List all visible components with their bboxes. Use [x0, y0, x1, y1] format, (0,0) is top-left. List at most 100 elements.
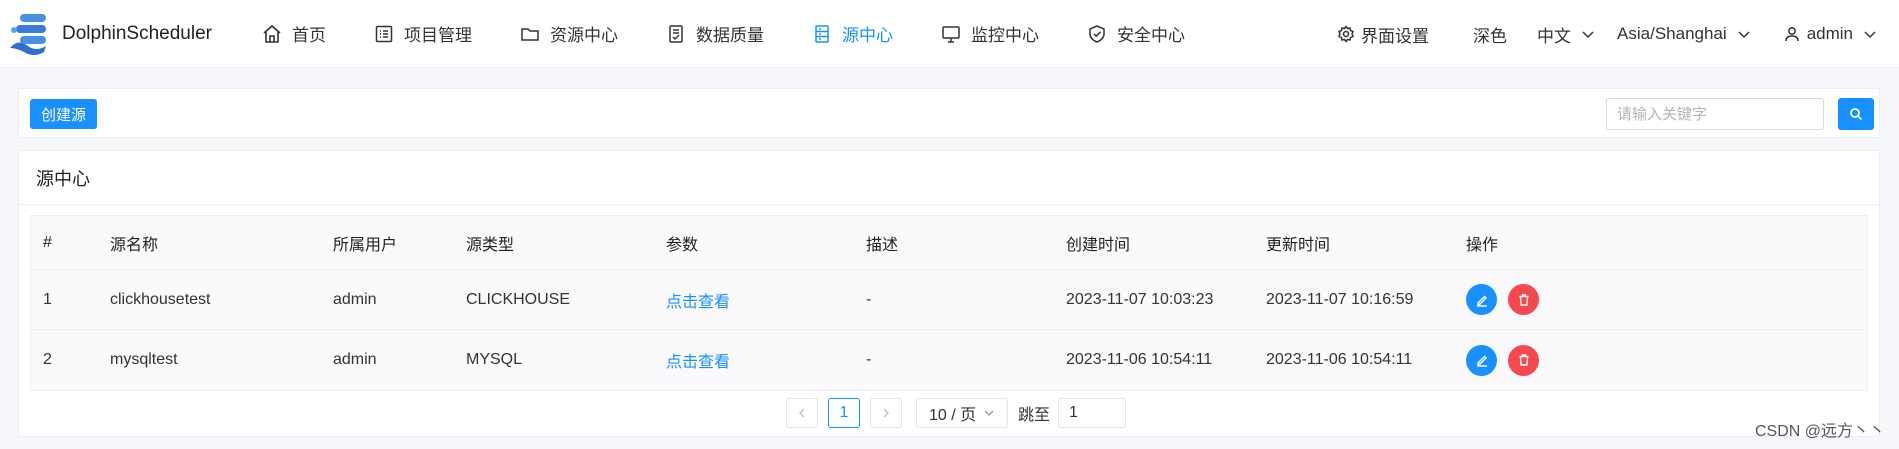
shield-icon — [1087, 24, 1107, 44]
user-menu[interactable]: admin — [1783, 24, 1877, 44]
column-header: 更新时间 — [1266, 236, 1331, 254]
brand-name: DolphinScheduler — [62, 22, 212, 44]
home-icon — [262, 24, 282, 44]
description: - — [866, 351, 872, 368]
page-button-current[interactable]: 1 — [828, 398, 860, 428]
chevron-down-icon — [1863, 27, 1877, 41]
view-params-link[interactable]: 点击查看 — [666, 330, 730, 390]
page-size-select[interactable]: 10 / 页 — [916, 398, 1008, 428]
monitor-icon — [941, 24, 961, 44]
card-divider — [19, 204, 1879, 205]
edit-button[interactable] — [1466, 284, 1497, 315]
nav-item-label: 项目管理 — [404, 26, 472, 45]
datasource-name: clickhousetest — [110, 290, 211, 308]
database-icon — [812, 24, 832, 44]
ui-settings-label: 界面设置 — [1361, 26, 1430, 46]
timezone-select[interactable]: Asia/Shanghai — [1617, 24, 1751, 44]
folder-icon — [520, 24, 540, 44]
datasource-type: CLICKHOUSE — [466, 290, 571, 308]
column-header: 描述 — [866, 236, 899, 254]
column-header: 源类型 — [466, 236, 515, 254]
watermark: CSDN @远方丶丶 — [1754, 423, 1885, 440]
prev-page-button[interactable] — [786, 398, 818, 428]
column-header: 创建时间 — [1066, 236, 1131, 254]
row-actions — [1466, 330, 1550, 390]
create-time: 2023-11-06 10:54:11 — [1066, 351, 1213, 368]
jump-label: 跳至 — [1018, 407, 1051, 424]
search-button[interactable] — [1838, 98, 1874, 130]
language-select[interactable]: 中文 — [1537, 22, 1595, 47]
owner-user: admin — [333, 290, 377, 308]
column-header: 操作 — [1466, 236, 1499, 254]
main-nav: 首页 项目管理 资源中心 数据质量 源中心 监控中心 安全中心 — [238, 0, 1209, 68]
chevron-left-icon — [796, 407, 808, 419]
nav-item-monitor[interactable]: 监控中心 — [917, 0, 1063, 68]
page-title: 源中心 — [36, 169, 90, 189]
create-datasource-button[interactable]: 创建源 — [30, 99, 98, 129]
column-header: 源名称 — [110, 236, 159, 254]
description: - — [866, 290, 872, 308]
nav-item-data-quality[interactable]: 数据质量 — [642, 0, 788, 68]
delete-button[interactable] — [1508, 284, 1539, 315]
theme-label: 深色 — [1473, 26, 1508, 46]
update-time: 2023-11-06 10:54:11 — [1266, 351, 1413, 368]
edit-button[interactable] — [1466, 344, 1497, 376]
next-page-button[interactable] — [870, 398, 902, 428]
datasource-card: 源中心 # 源名称 所属用户 源类型 参数 描述 创建时间 更新时间 操作 1 … — [18, 150, 1880, 437]
update-time: 2023-11-07 10:16:59 — [1266, 290, 1414, 308]
top-navbar: DolphinScheduler 首页 项目管理 资源中心 数据质量 源中心 监… — [0, 0, 1899, 68]
delete-button[interactable] — [1508, 344, 1539, 376]
nav-item-label: 源中心 — [842, 26, 893, 45]
table-row: 2 mysqltest admin MYSQL 点击查看 - 2023-11-0… — [31, 330, 1867, 390]
datasource-name: mysqltest — [110, 351, 178, 368]
page-size-label: 10 / 页 — [929, 407, 977, 424]
nav-item-home[interactable]: 首页 — [238, 0, 350, 68]
edit-icon — [1475, 293, 1489, 307]
view-params-link[interactable]: 点击查看 — [666, 270, 730, 329]
user-name: admin — [1806, 24, 1853, 43]
nav-item-label: 数据质量 — [696, 26, 764, 45]
ui-settings-button[interactable]: 界面设置 — [1337, 22, 1429, 47]
table-row: 1 clickhousetest admin CLICKHOUSE 点击查看 -… — [31, 270, 1867, 330]
table-header: # 源名称 所属用户 源类型 参数 描述 创建时间 更新时间 操作 — [31, 216, 1867, 270]
trash-icon — [1517, 353, 1531, 367]
dolphin-logo-icon — [10, 13, 46, 55]
nav-item-label: 安全中心 — [1117, 26, 1185, 45]
owner-user: admin — [333, 351, 377, 368]
list-icon — [374, 24, 394, 44]
search-icon — [1849, 107, 1863, 121]
chevron-down-icon — [1581, 27, 1595, 41]
column-header: 参数 — [666, 236, 699, 254]
brand[interactable]: DolphinScheduler — [6, 8, 238, 60]
pagination: 1 10 / 页 跳至 — [786, 397, 1127, 429]
datasource-table: # 源名称 所属用户 源类型 参数 描述 创建时间 更新时间 操作 1 clic… — [30, 215, 1868, 391]
user-icon — [1783, 25, 1801, 43]
chevron-down-icon — [983, 407, 995, 419]
nav-item-label: 监控中心 — [971, 26, 1039, 45]
chevron-right-icon — [880, 407, 892, 419]
nav-item-security[interactable]: 安全中心 — [1063, 0, 1209, 68]
search-input[interactable] — [1606, 98, 1824, 130]
datasource-type: MYSQL — [466, 351, 523, 368]
header-right-menu: 界面设置 深色 中文 Asia/Shanghai admin — [1337, 0, 1899, 68]
trash-icon — [1517, 293, 1531, 307]
column-header: # — [43, 233, 52, 251]
row-index: 1 — [43, 290, 52, 308]
nav-item-datasource[interactable]: 源中心 — [788, 0, 917, 68]
document-check-icon — [666, 24, 686, 44]
nav-item-resources[interactable]: 资源中心 — [496, 0, 642, 68]
toolbar-card: 创建源 — [18, 88, 1880, 138]
create-time: 2023-11-07 10:03:23 — [1066, 290, 1214, 308]
nav-item-label: 首页 — [292, 26, 326, 45]
row-index: 2 — [43, 351, 52, 368]
nav-item-projects[interactable]: 项目管理 — [350, 0, 496, 68]
chevron-down-icon — [1737, 27, 1751, 41]
timezone-label: Asia/Shanghai — [1617, 24, 1727, 43]
theme-toggle[interactable]: 深色 — [1473, 22, 1507, 47]
nav-item-label: 资源中心 — [550, 26, 618, 45]
language-label: 中文 — [1537, 26, 1572, 46]
edit-icon — [1475, 353, 1489, 367]
jump-page-input[interactable] — [1058, 398, 1127, 428]
column-header: 所属用户 — [333, 236, 398, 254]
row-actions — [1466, 270, 1550, 329]
